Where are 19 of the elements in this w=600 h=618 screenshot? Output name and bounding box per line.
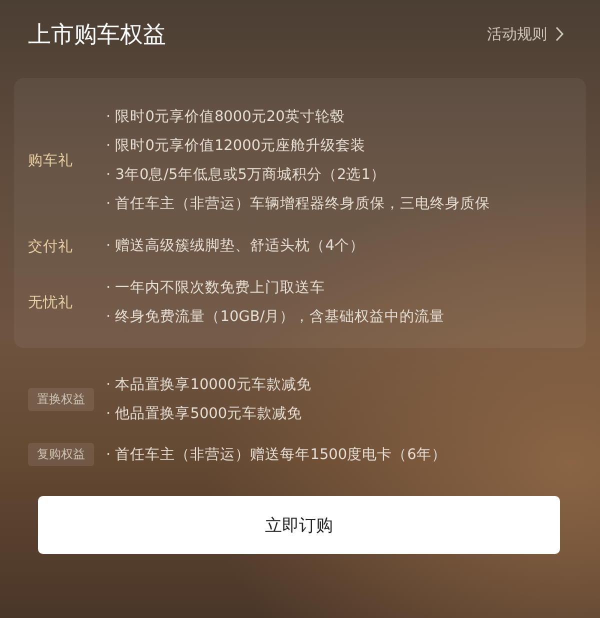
benefit-item: · 限时0元享价值8000元20英寸轮毂 xyxy=(106,108,346,127)
order-button[interactable]: 立即订购 xyxy=(38,496,560,554)
benefit-item: · 一年内不限次数免费上门取送车 xyxy=(106,278,326,298)
benefit-item: · 赠送高级簇绒脚垫、舒适头枕（4个） xyxy=(106,236,364,256)
benefit-item: · 本品置换享10000元车款减免 xyxy=(106,376,312,395)
benefit-label: 购车礼 xyxy=(28,152,74,170)
page-title: 上市购车权益 xyxy=(28,20,166,50)
benefit-item: · 首任车主（非营运）车辆增程器终身质保，三电终身质保 xyxy=(106,194,490,214)
rules-link[interactable]: 活动规则 xyxy=(487,24,564,44)
benefit-item: · 终身免费流量（10GB/月），含基础权益中的流量 xyxy=(106,308,445,327)
benefit-label: 无忧礼 xyxy=(28,294,74,312)
benefit-tag: 复购权益 xyxy=(28,443,94,466)
benefit-tag: 置换权益 xyxy=(28,388,94,411)
benefit-item: · 3年0息/5年低息或5万商城积分（2选1） xyxy=(106,166,386,185)
benefit-item: · 首任车主（非营运）赠送每年1500度电卡（6年） xyxy=(106,446,446,464)
benefit-item: · 他品置换享5000元车款减免 xyxy=(106,404,304,424)
benefit-item: · 限时0元享价值12000元座舱升级套装 xyxy=(106,136,367,156)
benefit-label: 交付礼 xyxy=(28,238,74,256)
chevron-icon xyxy=(555,26,564,42)
